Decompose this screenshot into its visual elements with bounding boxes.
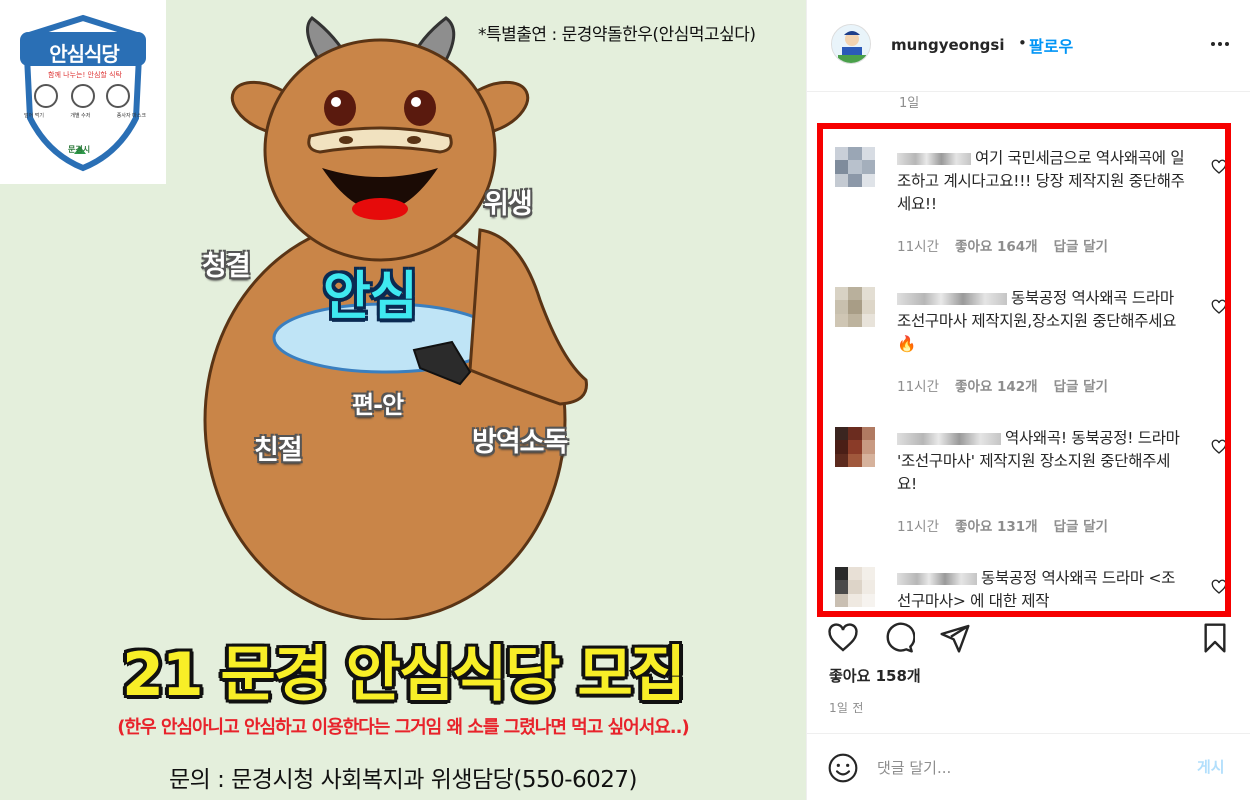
avatar-pixel: [861, 300, 875, 314]
comment-body: 동북공정 역사왜곡 드라마 조선구마사 제작지원,장소지원 중단해주세요🔥: [897, 287, 1187, 356]
comment-body: 여기 국민세금으로 역사왜곡에 일조하고 계시다고요!!! 당장 제작지원 중단…: [897, 147, 1187, 216]
avatar-pixel: [861, 593, 875, 607]
avatar-pixel: [848, 147, 862, 161]
label-hygiene: 위생: [484, 189, 533, 220]
label-clean: 청결: [202, 251, 251, 282]
comment-avatar[interactable]: [835, 287, 875, 327]
comment-meta: 11시간 좋아요 164개 답글 달기: [897, 235, 1108, 255]
avatar-pixel: [861, 147, 875, 161]
separator-dot: •: [1018, 34, 1027, 52]
label-kind: 친절: [254, 435, 303, 466]
account-username[interactable]: mungyeongsi: [891, 36, 1004, 54]
label-comfort: 편-안: [352, 391, 404, 419]
avatar-pixel: [848, 300, 862, 314]
comment-avatar[interactable]: [835, 147, 875, 187]
avatar-pixel: [848, 173, 862, 187]
label-anshim: 안심: [323, 267, 418, 327]
post-timestamp[interactable]: 1일 전: [829, 699, 864, 716]
like-heart-icon[interactable]: [827, 622, 859, 654]
avatar-pixel: [861, 427, 875, 441]
avatar-pixel: [861, 580, 875, 594]
avatar-pixel: [848, 313, 862, 327]
comment-like-heart-icon[interactable]: [1211, 439, 1227, 455]
comment-meta: 11시간 좋아요 142개 답글 달기: [897, 375, 1108, 395]
comment-composer: 게시: [807, 733, 1250, 800]
avatar-pixel: [848, 427, 862, 441]
avatar-pixel: [861, 440, 875, 454]
bookmark-icon[interactable]: [1199, 622, 1231, 654]
poster-subline: (한우 안심아니고 안심하고 이용한다는 그거임 왜 소를 그렸나면 먹고 싶어…: [117, 717, 689, 738]
post-likes-count[interactable]: 좋아요 158개: [829, 665, 921, 686]
avatar-pixel: [861, 567, 875, 581]
dot: [1225, 42, 1229, 46]
highlighted-comments-frame: 여기 국민세금으로 역사왜곡에 일조하고 계시다고요!!! 당장 제작지원 중단…: [817, 123, 1231, 617]
comment-time: 11시간: [897, 379, 940, 395]
poster-contact: 문의 : 문경시청 사회복지과 위생담당(550-6027): [168, 767, 638, 793]
dot: [1218, 42, 1222, 46]
avatar-image-icon: [832, 25, 870, 63]
post-image: 안심식당 함께 나누는! 안심할 식탁 덜어 먹기 개별 수저 종사자 마스크 …: [0, 0, 806, 800]
avatar-pixel: [848, 580, 862, 594]
avatar-pixel: [861, 287, 875, 301]
comment-time: 11시간: [897, 239, 940, 255]
emoji-smiley-icon[interactable]: [827, 752, 859, 784]
comment-body: 역사왜곡! 동북공정! 드라마 '조선구마사' 제작지원 장소지원 중단해주세요…: [897, 427, 1187, 496]
avatar-pixel: [835, 160, 849, 174]
label-disinfect: 방역소독: [472, 427, 568, 458]
post-header: mungyeongsi • 팔로우: [807, 0, 1250, 92]
blurred-username[interactable]: [897, 572, 977, 585]
avatar-pixel: [835, 173, 849, 187]
avatar-pixel: [848, 160, 862, 174]
reply-button[interactable]: 답글 달기: [1054, 515, 1108, 535]
comment-like-heart-icon[interactable]: [1211, 299, 1227, 315]
avatar-pixel: [848, 287, 862, 301]
comment-like-heart-icon[interactable]: [1211, 159, 1227, 175]
comment-likes-count[interactable]: 좋아요 142개: [955, 375, 1038, 395]
blurred-username[interactable]: [897, 292, 1007, 305]
poster-headline: 21 문경 안심식당 모집: [122, 640, 686, 710]
follow-button[interactable]: 팔로우: [1029, 33, 1073, 57]
avatar-pixel: [861, 173, 875, 187]
previous-comment-time: 1일: [899, 96, 920, 111]
account-avatar[interactable]: [831, 24, 871, 64]
comment-avatar[interactable]: [835, 427, 875, 467]
avatar-pixel: [835, 300, 849, 314]
avatar-pixel: [848, 567, 862, 581]
avatar-pixel: [835, 580, 849, 594]
avatar-pixel: [835, 147, 849, 161]
avatar-pixel: [861, 313, 875, 327]
avatar-pixel: [848, 453, 862, 467]
comment-input[interactable]: [877, 754, 1177, 782]
comment-avatar[interactable]: [835, 567, 875, 607]
post-action-bar: [827, 622, 1231, 656]
blurred-username[interactable]: [897, 152, 971, 165]
post-comment-button[interactable]: 게시: [1197, 756, 1225, 777]
comment-meta: 11시간 좋아요 131개 답글 달기: [897, 515, 1108, 535]
comment-likes-count[interactable]: 좋아요 164개: [955, 235, 1038, 255]
avatar-pixel: [861, 160, 875, 174]
avatar-pixel: [835, 453, 849, 467]
reply-button[interactable]: 답글 달기: [1054, 235, 1108, 255]
avatar-pixel: [835, 287, 849, 301]
comment-bubble-icon[interactable]: [883, 622, 915, 654]
avatar-pixel: [835, 313, 849, 327]
avatar-pixel: [835, 567, 849, 581]
comment-body: 동북공정 역사왜곡 드라마 <조선구마사> 에 대한 제작: [897, 567, 1187, 611]
comment-time: 11시간: [897, 519, 940, 535]
blurred-username[interactable]: [897, 432, 1001, 445]
avatar-pixel: [861, 453, 875, 467]
avatar-pixel: [835, 427, 849, 441]
comment-like-heart-icon[interactable]: [1211, 579, 1227, 595]
avatar-pixel: [835, 593, 849, 607]
more-options-icon[interactable]: [1211, 42, 1229, 46]
share-send-icon[interactable]: [939, 622, 971, 654]
avatar-pixel: [835, 440, 849, 454]
dot: [1211, 42, 1215, 46]
avatar-pixel: [848, 593, 862, 607]
comment-likes-count[interactable]: 좋아요 131개: [955, 515, 1038, 535]
reply-button[interactable]: 답글 달기: [1054, 375, 1108, 395]
post-side-panel: mungyeongsi • 팔로우 1일 여기 국민세금으로 역사왜곡에 일조하…: [806, 0, 1250, 800]
avatar-pixel: [848, 440, 862, 454]
